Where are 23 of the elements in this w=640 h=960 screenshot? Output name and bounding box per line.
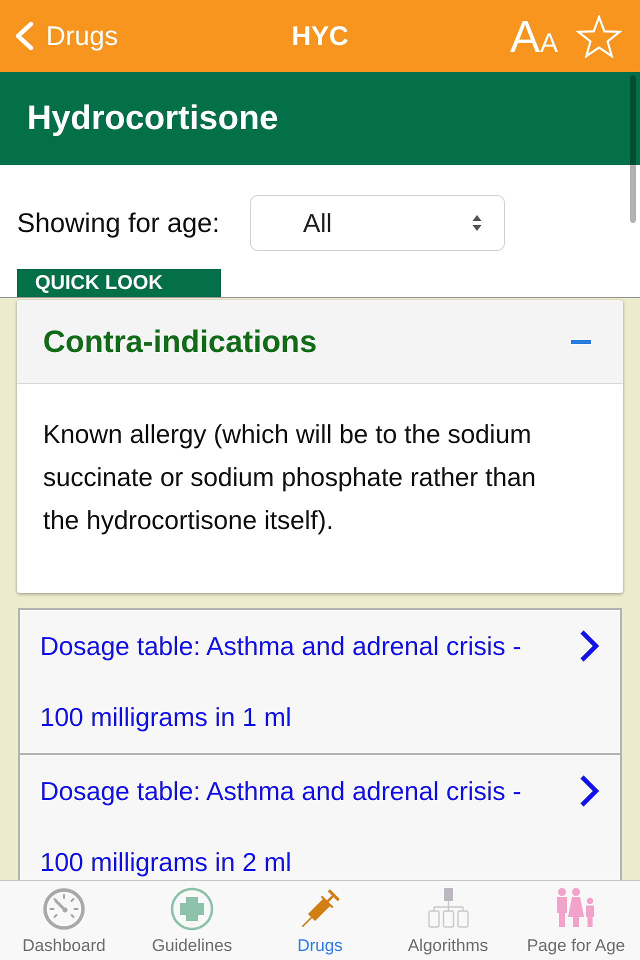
dosage-link[interactable]: Dosage table: Asthma and adrenal crisis - 100 milligrams in 1 ml [18, 608, 622, 755]
tab-item[interactable]: Page for Age [512, 881, 640, 960]
section-title: Contra-indications [43, 324, 317, 360]
tab-item[interactable]: Guidelines [128, 881, 256, 960]
chevron-right-icon [578, 774, 600, 808]
medical-cross-icon [170, 887, 214, 931]
up-down-arrows-icon [472, 214, 482, 232]
screen-title: HYC [291, 20, 348, 52]
chevron-right-icon [578, 629, 600, 663]
tab-item[interactable]: Dashboard [0, 881, 128, 960]
section-body-text: Known allergy (which will be to the sodium succinate or sodium phosphate rather than the hydrocortisone itself). [42, 418, 537, 537]
drug-title: Hydrocortisone [27, 99, 278, 138]
minus-icon[interactable] [571, 340, 591, 344]
star-icon[interactable] [576, 14, 622, 58]
dosage-link[interactable]: Dosage table: Asthma and adrenal crisis - 100 milligrams in 2 ml [18, 755, 622, 880]
age-label: Showing for age: [17, 208, 220, 238]
tab-item[interactable]: Algorithms [384, 881, 512, 960]
gauge-icon [42, 887, 86, 931]
age-select[interactable]: All [250, 195, 505, 251]
section-header[interactable]: Contra-indications [17, 300, 623, 384]
section-label: QUICK LOOK [17, 269, 221, 297]
tab-item[interactable]: Drugs [256, 881, 384, 960]
back-chevron-icon [14, 21, 34, 51]
